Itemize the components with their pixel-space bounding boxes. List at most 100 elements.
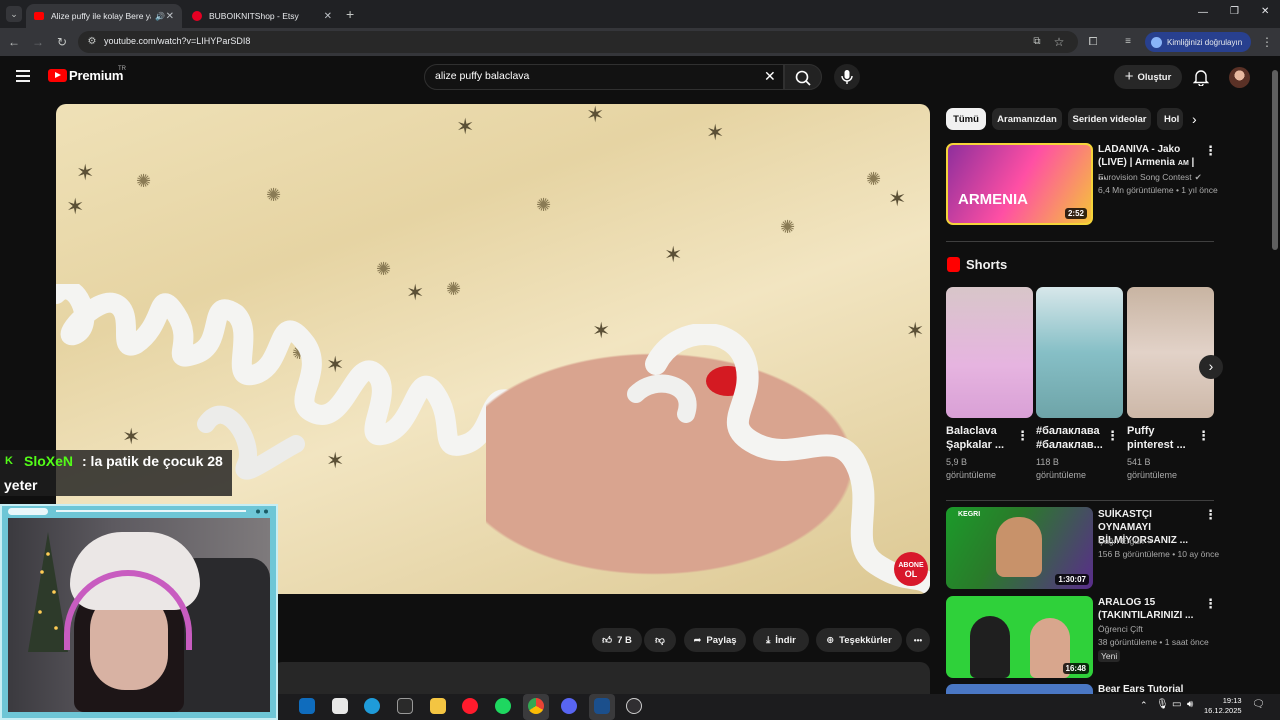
close-tab-icon[interactable]: ✕ <box>324 11 332 22</box>
epic-games-icon[interactable] <box>397 698 413 714</box>
steam-icon[interactable] <box>594 698 610 714</box>
fabric-star-decoration: ✶ <box>66 194 85 219</box>
bookmark-star-icon[interactable]: ☆ <box>1051 34 1067 50</box>
thanks-button[interactable]: ⊕ Teşekkürler <box>816 628 902 652</box>
more-options-icon[interactable]: ⋮ <box>1106 429 1119 442</box>
more-options-icon[interactable]: ⋮ <box>1016 429 1029 442</box>
store-icon[interactable] <box>332 698 348 714</box>
video-thumbnail[interactable]: ARMENIA 2:52 <box>946 143 1093 225</box>
profile-verify-button[interactable]: Kimliğinizi doğrulayın <box>1145 32 1251 52</box>
short-thumbnail[interactable] <box>1036 287 1123 418</box>
chip-more[interactable]: Hol <box>1157 108 1183 130</box>
clear-search-icon[interactable]: ✕ <box>764 69 776 83</box>
new-tab-button[interactable]: + <box>346 6 354 22</box>
fabric-burst-decoration: ✺ <box>376 259 392 279</box>
thanks-icon: ⊕ <box>826 634 835 646</box>
file-explorer-icon[interactable] <box>430 698 446 714</box>
voice-search-button[interactable] <box>834 64 860 90</box>
scrollbar-thumb[interactable] <box>1272 70 1278 250</box>
chip-from-search[interactable]: Aramanızdan <box>992 108 1062 130</box>
dislike-button[interactable]: 👎︎ <box>644 628 676 652</box>
notifications-bell-icon[interactable] <box>1192 68 1210 87</box>
install-app-icon[interactable]: ⧉ <box>1029 34 1045 50</box>
discord-icon[interactable] <box>561 698 577 714</box>
windows-taskbar <box>278 694 1280 720</box>
video-meta: 38 görüntüleme • 1 saat önce <box>1098 637 1209 647</box>
channel-name[interactable]: Çağrı Ergün ✔ <box>1098 535 1154 547</box>
tab-audio-icon[interactable]: 🔊 <box>155 12 165 21</box>
tab-list-dropdown-icon[interactable]: ⌄ <box>6 6 22 22</box>
url-text[interactable]: youtube.com/watch?v=LIHYParSDI8 <box>104 36 250 46</box>
microphone-tray-icon[interactable]: 🎙︎ <box>1156 699 1169 710</box>
window-restore-icon[interactable]: ❐ <box>1230 6 1239 17</box>
window-close-icon[interactable]: ✕ <box>1261 6 1269 17</box>
spotify-icon[interactable] <box>495 698 511 714</box>
webcam-feed <box>8 518 270 712</box>
logo-text[interactable]: Premium <box>69 68 123 83</box>
more-options-icon[interactable]: ⋮ <box>1204 597 1217 610</box>
short-title[interactable]: Balaclava Şapkalar ... <box>946 424 1016 452</box>
forward-arrow-icon[interactable]: → <box>30 34 46 50</box>
microphone-icon <box>841 70 853 84</box>
tray-chevron-icon[interactable]: ⌃ <box>1140 700 1148 711</box>
more-options-icon[interactable]: ⋮ <box>1197 429 1210 442</box>
notification-center-icon[interactable]: 🗨︎ <box>1252 699 1265 710</box>
media-control-icon[interactable]: ≡ <box>1120 34 1136 50</box>
shorts-logo-icon <box>947 257 960 272</box>
more-options-icon[interactable]: ⋮ <box>1204 508 1217 521</box>
system-clock[interactable]: 19:13 16.12.2025 <box>1204 696 1242 716</box>
account-avatar[interactable] <box>1229 67 1250 88</box>
volume-icon[interactable]: 🔊︎ <box>1187 699 1193 710</box>
logo-country: TR <box>118 66 126 72</box>
fabric-burst-decoration: ✺ <box>866 169 882 189</box>
short-title[interactable]: Puffy pinterest ... <box>1127 424 1197 452</box>
edge-icon[interactable] <box>364 698 380 714</box>
close-tab-icon[interactable]: ✕ <box>166 11 174 22</box>
shorts-next-icon[interactable]: › <box>1199 355 1223 379</box>
plus-icon: + <box>1124 68 1134 85</box>
video-thumbnail[interactable]: 16:48 <box>946 596 1093 678</box>
video-title[interactable]: ARALOG 15 (TAKINTILARINIZI ... <box>1098 596 1198 622</box>
network-icon[interactable]: ▭ <box>1172 699 1181 710</box>
reload-icon[interactable]: ↻ <box>54 34 70 50</box>
download-button[interactable]: ⤓ İndir <box>753 628 809 652</box>
obs-icon[interactable] <box>626 698 642 714</box>
short-title[interactable]: #балаклава #балаклав... <box>1036 424 1106 452</box>
window-minimize-icon[interactable]: — <box>1198 7 1208 18</box>
video-thumbnail[interactable]: KEGRI 1:30:07 <box>946 507 1093 589</box>
site-info-icon[interactable]: ⚙ <box>84 34 100 50</box>
search-button[interactable] <box>784 64 822 90</box>
chip-all[interactable]: Tümü <box>946 108 986 130</box>
short-thumbnail[interactable] <box>1127 287 1214 418</box>
more-options-icon[interactable]: ⋮ <box>1204 144 1217 157</box>
back-arrow-icon[interactable]: ← <box>6 34 22 50</box>
create-button[interactable]: + Oluştur <box>1114 65 1182 89</box>
hamburger-menu-icon[interactable] <box>16 70 30 82</box>
fabric-burst-decoration: ✺ <box>536 195 552 215</box>
channel-name[interactable]: Eurovision Song Contest ✔ <box>1098 171 1202 183</box>
like-button[interactable]: 👍︎ 7 B <box>592 628 642 652</box>
video-duration: 2:52 <box>1064 208 1087 219</box>
tab-etsy[interactable]: BUBOIKNITShop - Etsy ✕ <box>184 4 340 28</box>
subscribe-watermark[interactable]: ABONE OL <box>894 552 928 586</box>
more-actions-button[interactable]: ••• <box>906 628 930 652</box>
create-label: Oluştur <box>1137 71 1172 83</box>
video-meta: 6,4 Mn görüntüleme • 1 yıl önce <box>1098 185 1218 195</box>
extensions-icon[interactable]: ⧠ <box>1085 34 1101 50</box>
short-thumbnail[interactable] <box>946 287 1033 418</box>
share-button[interactable]: ➦ Paylaş <box>684 628 746 652</box>
description-box[interactable] <box>272 662 930 694</box>
chrome-icon[interactable] <box>528 698 544 714</box>
youtube-logo-icon[interactable] <box>48 69 67 82</box>
browser-menu-icon[interactable]: ⋮ <box>1259 34 1275 50</box>
fabric-burst-decoration: ✺ <box>780 217 796 237</box>
chip-series[interactable]: Seriden videolar <box>1068 108 1151 130</box>
channel-name[interactable]: Öğrenci Çift <box>1098 623 1143 635</box>
video-thumbnail[interactable] <box>946 684 1093 694</box>
tab-youtube[interactable]: Alize puffy ile kolay Bere ya 🔊 ✕ <box>26 4 182 28</box>
search-query-text[interactable]: alize puffy balaclava <box>435 70 529 82</box>
outlook-icon[interactable] <box>299 698 315 714</box>
chevron-right-icon[interactable]: › <box>1192 111 1197 127</box>
opera-icon[interactable] <box>462 698 478 714</box>
divider <box>946 500 1214 501</box>
